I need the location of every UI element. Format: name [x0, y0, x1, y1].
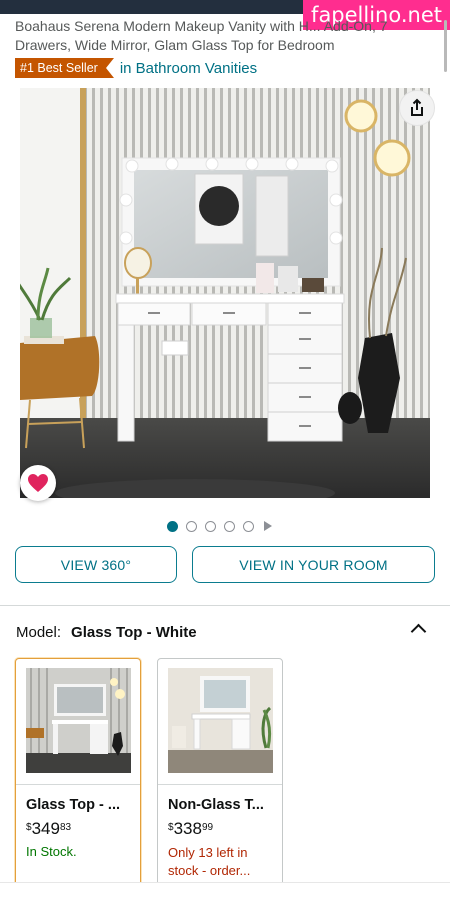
- product-image[interactable]: [20, 88, 430, 498]
- variant-price: $ 349 83: [26, 819, 71, 839]
- variant-info: Glass Top - ... $ 349 83 In Stock.: [16, 784, 140, 892]
- product-title: Boahaus Serena Modern Makeup Vanity with…: [15, 18, 388, 53]
- view-in-your-room-button[interactable]: VIEW IN YOUR ROOM: [192, 546, 435, 583]
- carousel-dot-5[interactable]: [243, 520, 254, 532]
- share-icon: [411, 98, 423, 116]
- vanity-photo: [20, 88, 430, 498]
- variant-thumbnail: [26, 668, 131, 773]
- variant-non-glass-top-image: [168, 668, 273, 773]
- view-360-button[interactable]: VIEW 360°: [15, 546, 177, 583]
- heart-icon: [28, 474, 48, 492]
- variant-thumbnail: [168, 668, 273, 773]
- carousel-dot-1[interactable]: [167, 520, 178, 532]
- image-carousel-dots: [167, 519, 272, 533]
- next-section-edge: [0, 882, 450, 902]
- variant-card-non-glass-top[interactable]: Non-Glass T... $ 338 99 Only 13 left in …: [157, 658, 283, 893]
- best-seller-row[interactable]: #1 Best Seller in Bathroom Vanities: [15, 57, 257, 79]
- scrollbar[interactable]: [444, 20, 447, 72]
- variant-name: Non-Glass T...: [168, 797, 264, 813]
- variant-info: Non-Glass T... $ 338 99 Only 13 left in …: [158, 784, 282, 892]
- model-label: Model:: [16, 623, 62, 641]
- section-divider: [0, 605, 450, 606]
- carousel-dot-2[interactable]: [186, 520, 197, 532]
- price-whole: 338: [173, 819, 202, 838]
- carousel-dot-4[interactable]: [224, 520, 235, 532]
- stock-status: Only 13 left in stock - order...: [168, 845, 251, 878]
- share-button[interactable]: [399, 90, 435, 126]
- model-selected-value: Glass Top - White: [71, 623, 197, 641]
- variant-glass-top-image: [26, 668, 131, 773]
- variant-card-glass-top[interactable]: Glass Top - ... $ 349 83 In Stock.: [15, 658, 141, 893]
- chevron-up-icon[interactable]: [410, 623, 427, 640]
- video-play-icon[interactable]: [264, 521, 272, 531]
- best-seller-category-link[interactable]: in Bathroom Vanities: [120, 60, 257, 77]
- price-fraction: 83: [59, 822, 72, 833]
- variant-price: $ 338 99: [168, 819, 213, 839]
- stock-status: In Stock.: [26, 844, 77, 859]
- model-selector-header[interactable]: Model: Glass Top - White: [16, 622, 434, 642]
- price-fraction: 99: [201, 822, 214, 833]
- carousel-dot-3[interactable]: [205, 520, 216, 532]
- variant-name: Glass Top - ...: [26, 797, 120, 813]
- best-seller-badge: #1 Best Seller: [15, 58, 114, 78]
- price-whole: 349: [31, 819, 60, 838]
- wishlist-button[interactable]: [20, 465, 56, 501]
